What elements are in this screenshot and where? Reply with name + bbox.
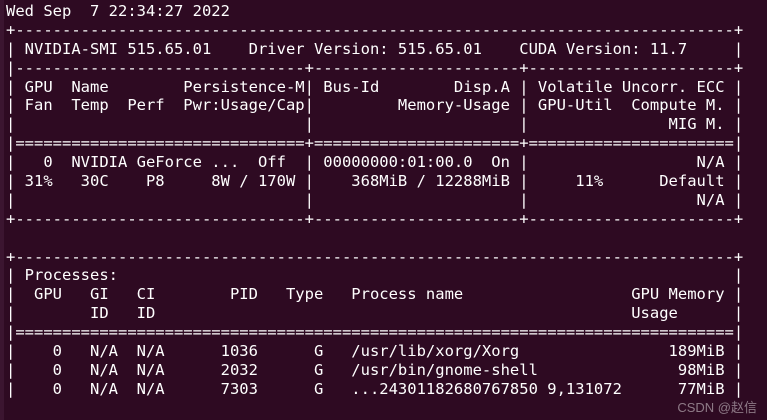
table-divider: |-------------------------------+-------… <box>6 58 744 77</box>
table-border-top: +---------------------------------------… <box>6 20 744 39</box>
process-row: | 0 N/A N/A 2032 G /usr/bin/gnome-shell … <box>6 360 744 379</box>
gpu-row-3: | | | N/A | <box>6 190 744 209</box>
smi-header-line: | NVIDIA-SMI 515.65.01 Driver Version: 5… <box>6 39 744 58</box>
processes-double-divider: |=======================================… <box>6 323 744 342</box>
gpu-header-row-1: | GPU Name Persistence-M| Bus-Id Disp.A … <box>6 77 744 96</box>
process-row: | 0 N/A N/A 1036 G /usr/lib/xorg/Xorg 18… <box>6 342 744 361</box>
gpu-header-row-3: | | | MIG M. | <box>6 115 744 134</box>
processes-header-row-1: | GPU GI CI PID Type Process name GPU Me… <box>6 285 744 304</box>
table-border-bottom: +-------------------------------+-------… <box>6 209 744 228</box>
timestamp-line: Wed Sep 7 22:34:27 2022 <box>6 2 230 20</box>
process-row: | 0 N/A N/A 7303 G ...24301182680767850 … <box>6 379 744 398</box>
table-double-divider: |===============================+=======… <box>6 134 744 153</box>
processes-title: | Processes: | <box>6 266 744 285</box>
processes-header-row-2: | ID ID Usage | <box>6 304 744 323</box>
gpu-header-row-2: | Fan Temp Perf Pwr:Usage/Cap| Memory-Us… <box>6 96 744 115</box>
gpu-row-2: | 31% 30C P8 8W / 170W | 368MiB / 12288M… <box>6 172 744 191</box>
gpu-row-1: | 0 NVIDIA GeForce ... Off | 00000000:01… <box>6 153 744 172</box>
watermark: CSDN @赵信 <box>677 400 757 415</box>
terminal-output[interactable]: Wed Sep 7 22:34:27 2022 +---------------… <box>0 0 767 420</box>
processes-border-top: +---------------------------------------… <box>6 247 744 266</box>
